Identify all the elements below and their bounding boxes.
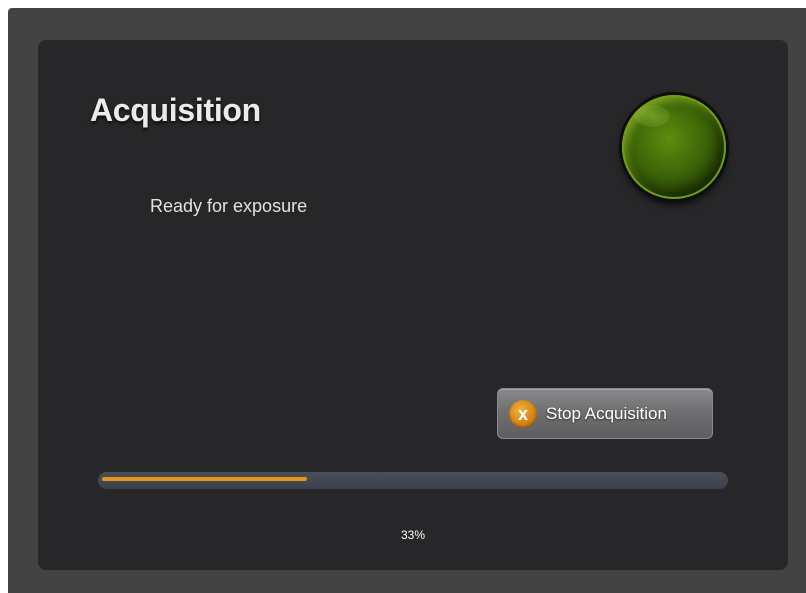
status-indicator-light: [622, 95, 726, 199]
stop-acquisition-button[interactable]: x Stop Acquisition: [497, 388, 713, 439]
progress-bar-fill: [102, 477, 308, 481]
progress-bar: [98, 472, 728, 489]
x-circle-icon: x: [509, 399, 537, 428]
window-frame: Acquisition Ready for exposure x Stop Ac…: [8, 8, 806, 593]
status-message: Ready for exposure: [150, 196, 308, 216]
page-title: Acquisition: [90, 92, 261, 128]
stop-acquisition-label: Stop Acquisition: [546, 403, 667, 423]
acquisition-panel: Acquisition Ready for exposure x Stop Ac…: [38, 40, 788, 570]
progress-percent-label: 33%: [400, 528, 426, 542]
